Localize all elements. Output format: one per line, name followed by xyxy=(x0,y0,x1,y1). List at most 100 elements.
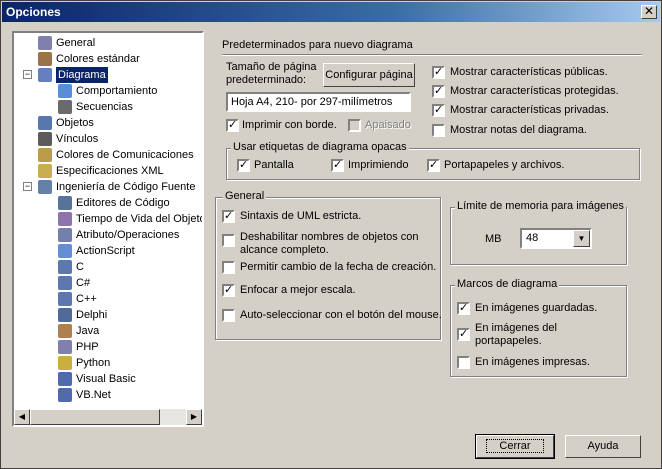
tree-item-vbnet[interactable]: VB.Net xyxy=(14,387,202,403)
vbnet-icon xyxy=(58,388,72,402)
auto-select-label: Auto-seleccionar con el botón del mouse. xyxy=(240,309,442,321)
collapse-icon[interactable]: − xyxy=(23,70,32,79)
tree-item-links[interactable]: Vínculos xyxy=(14,131,202,147)
tree-item-label: C# xyxy=(76,277,91,289)
memory-dropdown-arrow-icon[interactable]: ▼ xyxy=(573,230,590,247)
page-size-label: Tamaño de página predeterminado: xyxy=(226,61,317,86)
close-window-button[interactable]: ✕ xyxy=(641,5,657,19)
scroll-left-button[interactable]: ◀ xyxy=(14,409,30,425)
php-icon xyxy=(58,340,72,354)
tree-item-code-editor[interactable]: Editores de Código xyxy=(14,195,202,211)
tree-item-vb[interactable]: Visual Basic xyxy=(14,371,202,387)
tree-item-label: Tiempo de Vida del Objeto xyxy=(76,213,202,225)
options-tree: General Colores estándar − Diagrama Comporta… xyxy=(12,31,204,427)
tree-item-general[interactable]: General xyxy=(14,35,202,51)
memory-limit-legend: Límite de memoria para imágenes xyxy=(455,200,626,212)
screen-checkbox[interactable]: ✓ xyxy=(237,159,250,172)
defaults-divider xyxy=(222,54,642,56)
tree-item-label: Vínculos xyxy=(56,133,99,145)
tree-item-label: ActionScript xyxy=(76,245,135,257)
tree-item-comm-colors[interactable]: Colores de Comunicaciones xyxy=(14,147,202,163)
clipboard-files-label: Portapapeles y archivos. xyxy=(444,159,565,171)
options-dialog: Opciones ✕ General Colores estándar − Diagr… xyxy=(0,0,662,469)
tree-item-xml[interactable]: Especificaciones XML xyxy=(14,163,202,179)
tree-item-csharp[interactable]: C# xyxy=(14,275,202,291)
frames-saved-label: En imágenes guardadas. xyxy=(475,302,598,314)
auto-select-checkbox[interactable] xyxy=(222,309,235,322)
help-button[interactable]: Ayuda xyxy=(565,435,641,458)
tree-item-lifetime[interactable]: Tiempo de Vida del Objeto xyxy=(14,211,202,227)
disable-full-names-checkbox[interactable] xyxy=(222,234,235,247)
python-icon xyxy=(58,356,72,370)
tree-item-label: C++ xyxy=(76,293,97,305)
tree-item-cpp[interactable]: C++ xyxy=(14,291,202,307)
tree-item-label: Colores de Comunicaciones xyxy=(56,149,194,161)
c-icon xyxy=(58,260,72,274)
strict-uml-checkbox[interactable]: ✓ xyxy=(222,210,235,223)
private-features-checkbox[interactable]: ✓ xyxy=(432,104,445,117)
focus-scale-label: Enfocar a mejor escala. xyxy=(240,284,356,296)
tree-item-label: Atributo/Operaciones xyxy=(76,229,180,241)
memory-unit-label: MB xyxy=(485,233,502,245)
tree-horizontal-scrollbar[interactable]: ◀ ▶ xyxy=(14,409,202,425)
scroll-right-button[interactable]: ▶ xyxy=(186,409,202,425)
tree-item-diagram[interactable]: − Diagrama xyxy=(14,67,202,83)
tree-item-actionscript[interactable]: ActionScript xyxy=(14,243,202,259)
scroll-thumb[interactable] xyxy=(30,409,160,425)
tree-item-colors[interactable]: Colores estándar xyxy=(14,51,202,67)
focus-scale-checkbox[interactable]: ✓ xyxy=(222,284,235,297)
frames-printed-checkbox[interactable] xyxy=(457,356,470,369)
defaults-heading: Predeterminados para nuevo diagrama xyxy=(222,39,413,51)
tree-item-label: Delphi xyxy=(76,309,108,321)
tree-item-c[interactable]: C xyxy=(14,259,202,275)
java-icon xyxy=(58,324,72,338)
protected-features-checkbox[interactable]: ✓ xyxy=(432,85,445,98)
actionscript-icon xyxy=(58,244,72,258)
public-features-label: Mostrar características públicas. xyxy=(450,66,608,78)
tree-item-code-eng[interactable]: − Ingeniería de Código Fuente xyxy=(14,179,202,195)
tree-item-attributes[interactable]: Atributo/Operaciones xyxy=(14,227,202,243)
diagram-notes-checkbox[interactable] xyxy=(432,124,445,137)
tree-item-label: Colores estándar xyxy=(56,53,140,65)
title-bar: Opciones ✕ xyxy=(2,2,660,22)
clipboard-files-checkbox[interactable]: ✓ xyxy=(427,159,440,172)
print-border-checkbox[interactable]: ✓ xyxy=(226,119,239,132)
public-features-checkbox[interactable]: ✓ xyxy=(432,66,445,79)
diagram-notes-label: Mostrar notas del diagrama. xyxy=(450,124,587,136)
tree-item-label: Python xyxy=(76,357,111,369)
configure-page-button[interactable]: Configurar página xyxy=(323,63,415,87)
objects-icon xyxy=(38,116,52,130)
landscape-label: Apaisado xyxy=(365,119,411,131)
general-legend: General xyxy=(223,190,267,202)
tree-item-sequence[interactable]: Secuencias xyxy=(14,99,202,115)
comm-colors-icon xyxy=(38,148,52,162)
printing-checkbox[interactable]: ✓ xyxy=(331,159,344,172)
tree-item-label: Comportamiento xyxy=(76,85,158,97)
tree-item-objects[interactable]: Objetos xyxy=(14,115,202,131)
allow-date-change-checkbox[interactable] xyxy=(222,261,235,274)
frames-clipboard-label: En imágenes del portapapeles. xyxy=(475,322,557,347)
tree-item-behavior[interactable]: Comportamiento xyxy=(14,83,202,99)
frames-saved-checkbox[interactable]: ✓ xyxy=(457,302,470,315)
tree-item-label: Especificaciones XML xyxy=(56,165,164,177)
cpp-icon xyxy=(58,292,72,306)
protected-features-label: Mostrar características protegidas. xyxy=(450,85,619,97)
printing-label: Imprimiendo xyxy=(348,159,409,171)
collapse-icon[interactable]: − xyxy=(23,182,32,191)
close-button[interactable]: Cerrar xyxy=(475,434,555,459)
tree-item-python[interactable]: Python xyxy=(14,355,202,371)
tree-item-label: Editores de Código xyxy=(76,197,170,209)
frames-clipboard-checkbox[interactable]: ✓ xyxy=(457,328,470,341)
tree-item-label: General xyxy=(56,37,96,49)
tree-item-delphi[interactable]: Delphi xyxy=(14,307,202,323)
strict-uml-label: Sintaxis de UML estricta. xyxy=(240,210,362,222)
tree-item-java[interactable]: Java xyxy=(14,323,202,339)
tree-item-label: PHP xyxy=(76,341,99,353)
sequence-icon xyxy=(58,100,72,114)
page-size-field[interactable]: Hoja A4, 210- por 297-milímetros xyxy=(226,92,411,112)
private-features-label: Mostrar características privadas. xyxy=(450,104,609,116)
allow-date-change-label: Permitir cambio de la fecha de creación. xyxy=(240,261,437,273)
landscape-checkbox[interactable] xyxy=(348,119,361,132)
tree-item-php[interactable]: PHP xyxy=(14,339,202,355)
tree-item-label: VB.Net xyxy=(76,389,111,401)
